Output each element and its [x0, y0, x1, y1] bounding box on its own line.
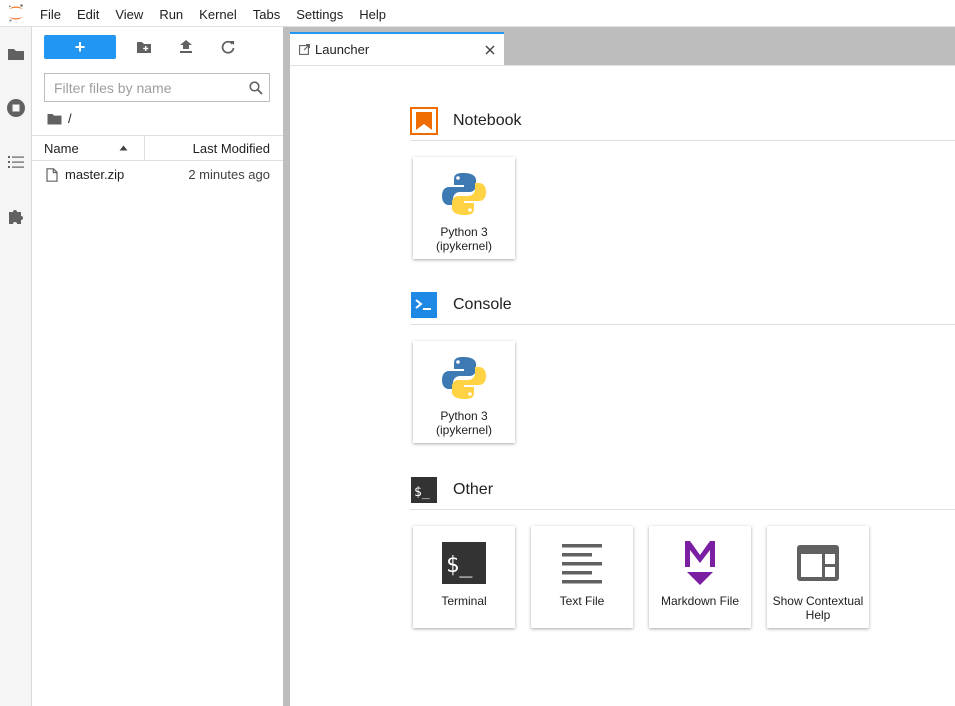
tab-label: Launcher — [315, 42, 370, 57]
text-file-icon — [562, 544, 602, 584]
notebook-section: Notebook Python 3 (ipykernel) — [410, 101, 955, 259]
tab-bar: Launcher — [290, 27, 955, 65]
notebook-section-title: Notebook — [453, 111, 522, 129]
activity-bar — [0, 27, 32, 706]
refresh-icon — [221, 40, 235, 54]
extension-icon — [9, 210, 23, 224]
file-browser-tab[interactable] — [0, 27, 32, 81]
sort-caret-up-icon — [119, 145, 128, 151]
menu-kernel[interactable]: Kernel — [191, 0, 245, 27]
launcher-tab-icon — [299, 44, 310, 55]
console-icon — [411, 291, 437, 318]
python-logo-icon — [442, 357, 486, 399]
file-icon — [46, 167, 58, 182]
refresh-button[interactable] — [214, 35, 242, 59]
markdown-file-card[interactable]: Markdown File — [649, 526, 751, 628]
table-of-contents-tab[interactable] — [0, 135, 32, 189]
terminal-icon: $_ — [442, 542, 486, 584]
panel-splitter[interactable] — [283, 27, 290, 706]
svg-text:$_: $_ — [446, 553, 473, 578]
file-modified: 2 minutes ago — [188, 167, 270, 182]
breadcrumb-root[interactable]: / — [68, 111, 72, 126]
text-file-card[interactable]: Text File — [531, 526, 633, 628]
main-area: Launcher Notebook Python 3 (ipykernel) C… — [290, 27, 955, 706]
file-browser: + Filter files by name / Name Last Modif… — [32, 27, 283, 706]
toc-icon — [8, 156, 24, 168]
card-label: Markdown File — [660, 594, 740, 608]
svg-text:$_: $_ — [414, 485, 430, 500]
close-icon[interactable] — [476, 45, 504, 55]
column-modified-header[interactable]: Last Modified — [145, 141, 283, 156]
folder-icon[interactable] — [47, 113, 62, 125]
filter-box — [44, 73, 270, 102]
menu-tabs[interactable]: Tabs — [245, 0, 288, 27]
jupyter-logo-icon[interactable] — [0, 0, 32, 27]
card-label: Python 3 (ipykernel) — [435, 225, 492, 253]
new-folder-icon — [137, 42, 151, 53]
menu-view[interactable]: View — [107, 0, 151, 27]
plus-icon: + — [74, 37, 86, 57]
search-icon — [243, 80, 269, 95]
menu-run[interactable]: Run — [151, 0, 191, 27]
column-name-header[interactable]: Name — [32, 136, 145, 160]
notebook-python3-card[interactable]: Python 3 (ipykernel) — [413, 157, 515, 259]
extension-manager-tab[interactable] — [0, 189, 32, 243]
menu-help[interactable]: Help — [351, 0, 394, 27]
running-sessions-tab[interactable] — [0, 81, 32, 135]
new-folder-button[interactable] — [130, 35, 158, 59]
card-label: Text File — [559, 594, 605, 608]
menu-settings[interactable]: Settings — [288, 0, 351, 27]
menu-file[interactable]: File — [32, 0, 69, 27]
card-label: Terminal — [441, 594, 487, 608]
python-logo-icon — [442, 173, 486, 215]
card-label: Python 3 (ipykernel) — [435, 409, 492, 437]
terminal-card[interactable]: $_ Terminal — [413, 526, 515, 628]
menu-edit[interactable]: Edit — [69, 0, 107, 27]
file-browser-toolbar: + — [32, 27, 283, 67]
other-terminal-icon: $_ — [411, 476, 437, 503]
notebook-icon — [410, 106, 438, 135]
running-icon — [7, 99, 25, 117]
console-python3-card[interactable]: Python 3 (ipykernel) — [413, 341, 515, 443]
upload-icon — [180, 40, 192, 53]
other-section-title: Other — [453, 480, 494, 498]
upload-button[interactable] — [172, 35, 200, 59]
other-section: $_ Other $_ Terminal Text File Markdown … — [410, 470, 955, 628]
file-row[interactable]: master.zip 2 minutes ago — [32, 162, 283, 187]
tab-launcher[interactable]: Launcher — [290, 32, 504, 65]
contextual-help-icon — [797, 545, 839, 581]
markdown-icon — [685, 541, 715, 585]
menu-bar: File Edit View Run Kernel Tabs Settings … — [0, 0, 955, 27]
console-section: Console Python 3 (ipykernel) — [410, 285, 955, 443]
card-label: Show Contextual Help — [772, 594, 864, 622]
contextual-help-card[interactable]: Show Contextual Help — [767, 526, 869, 628]
folder-icon — [8, 49, 24, 60]
breadcrumb: / — [32, 102, 283, 135]
filter-files-input[interactable] — [45, 74, 243, 101]
console-section-title: Console — [453, 295, 512, 313]
file-list-header: Name Last Modified — [32, 135, 283, 161]
new-launcher-button[interactable]: + — [44, 35, 116, 59]
file-name: master.zip — [65, 167, 125, 182]
